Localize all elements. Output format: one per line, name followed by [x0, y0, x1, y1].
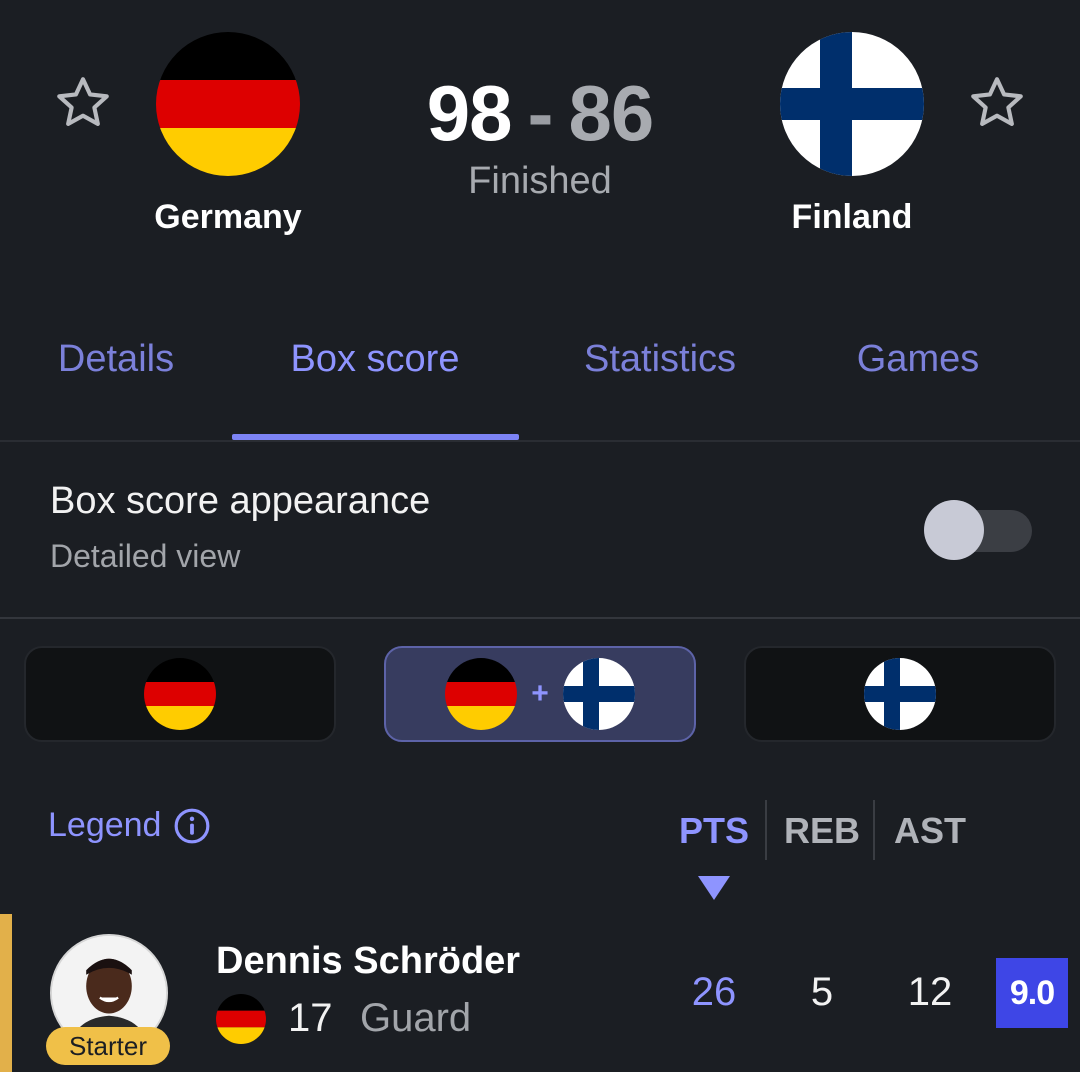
player-reb: 5: [810, 970, 834, 1014]
tabs-divider: [0, 440, 1080, 442]
tab-games[interactable]: Games: [848, 338, 988, 381]
finland-flag-icon: [562, 658, 635, 730]
legend-link[interactable]: Legend: [48, 806, 211, 845]
home-score: 98: [426, 69, 513, 157]
germany-flag-icon[interactable]: [156, 32, 300, 176]
finland-flag-icon[interactable]: [780, 32, 924, 176]
player-ast: 12: [907, 970, 953, 1014]
germany-flag-icon: [445, 658, 518, 730]
away-team-name[interactable]: Finland: [732, 198, 972, 237]
player-position: Guard: [360, 996, 472, 1040]
plus-icon: +: [531, 677, 549, 710]
player-rating-badge: 9.0: [996, 958, 1068, 1028]
column-header-reb[interactable]: REB: [772, 810, 872, 852]
player-number: 17: [288, 996, 333, 1040]
home-team-name[interactable]: Germany: [108, 198, 348, 237]
player-pts: 26: [691, 970, 737, 1014]
scoreline: 98-86: [340, 68, 740, 159]
away-score: 86: [568, 69, 654, 157]
column-header-ast[interactable]: AST: [880, 810, 980, 852]
finland-flag-icon: [864, 658, 936, 730]
starter-row-accent: [0, 914, 12, 1072]
filter-finland-button[interactable]: [744, 646, 1056, 742]
filter-both-teams-button[interactable]: +: [384, 646, 696, 742]
filter-germany-button[interactable]: [24, 646, 336, 742]
tab-statistics[interactable]: Statistics: [564, 338, 756, 381]
section-divider: [0, 617, 1080, 619]
germany-flag-icon: [216, 994, 266, 1044]
match-status: Finished: [468, 160, 612, 202]
box-score-appearance-title: Box score appearance: [50, 480, 431, 522]
favorite-home-star-icon[interactable]: [52, 72, 114, 134]
column-separator: [765, 800, 767, 860]
germany-flag-icon: [144, 658, 216, 730]
score-separator: -: [527, 69, 554, 157]
box-score-appearance-subtitle: Detailed view: [50, 538, 241, 574]
favorite-away-star-icon[interactable]: [966, 72, 1028, 134]
column-separator: [873, 800, 875, 860]
tab-box-score[interactable]: Box score: [272, 338, 478, 381]
tab-details[interactable]: Details: [48, 338, 184, 381]
player-name[interactable]: Dennis Schröder: [216, 940, 520, 983]
starter-badge: Starter: [46, 1027, 170, 1065]
column-header-pts[interactable]: PTS: [664, 810, 764, 852]
sort-down-caret-icon: [698, 876, 730, 900]
info-icon: [175, 808, 210, 843]
toggle-knob[interactable]: [924, 500, 984, 560]
legend-label: Legend: [48, 806, 162, 844]
